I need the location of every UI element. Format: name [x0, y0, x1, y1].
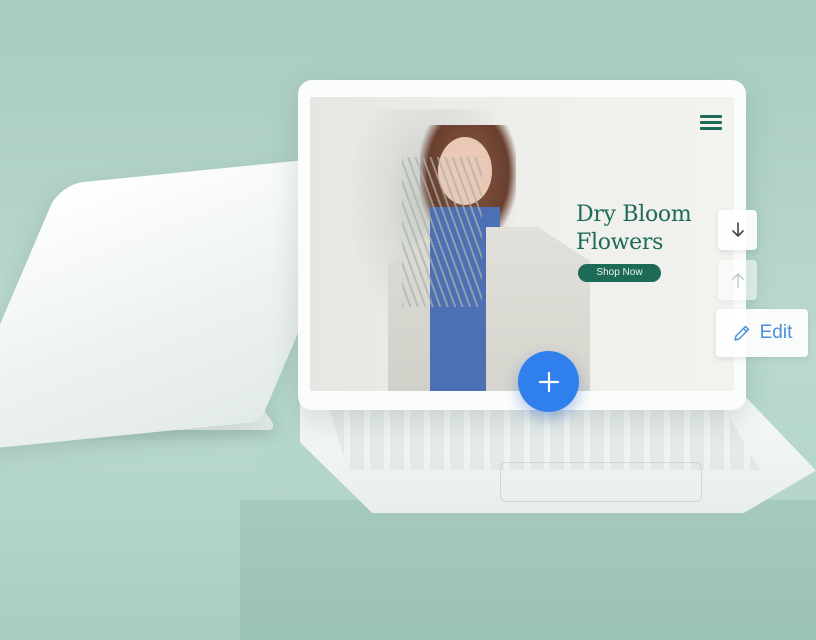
- add-section-button[interactable]: [518, 351, 579, 412]
- arrow-down-icon: [731, 222, 744, 238]
- hero-title: Dry Bloom Flowers: [576, 201, 726, 257]
- shop-now-button[interactable]: Shop Now: [578, 264, 661, 282]
- pedestal-left-face: [0, 440, 260, 640]
- scene: Dry Bloom Flowers Shop Now Edit: [0, 0, 816, 640]
- edit-label: Edit: [759, 322, 793, 343]
- hero-title-line1: Dry Bloom: [576, 202, 692, 227]
- pedestal-front-face: [240, 500, 816, 640]
- website-preview: Dry Bloom Flowers Shop Now: [310, 97, 734, 391]
- pencil-icon: [733, 325, 749, 341]
- laptop-trackpad: [500, 462, 702, 502]
- edit-button[interactable]: Edit: [716, 309, 808, 357]
- hero-title-line2: Flowers: [576, 230, 664, 255]
- laptop-keyboard: [330, 410, 760, 470]
- move-down-button[interactable]: [718, 210, 757, 250]
- move-up-button[interactable]: [718, 260, 757, 300]
- plus-icon: [538, 371, 559, 392]
- bouquet-stems: [402, 157, 482, 307]
- arrow-up-icon: [731, 272, 744, 288]
- hamburger-menu-icon[interactable]: [700, 115, 722, 131]
